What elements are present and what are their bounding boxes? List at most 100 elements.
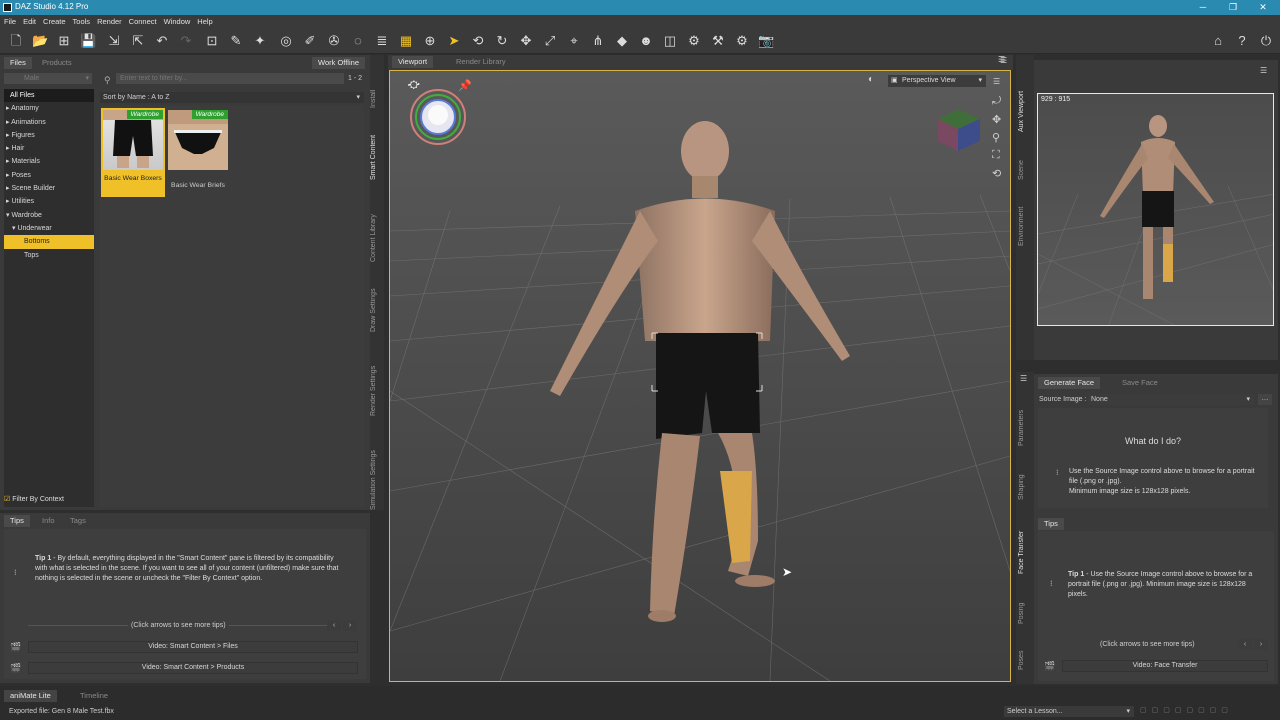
merge-icon[interactable]: ⊞ xyxy=(56,33,72,49)
tab-tags[interactable]: Tags xyxy=(64,515,92,527)
prev-tip-button[interactable]: ‹ xyxy=(327,620,341,631)
camera-select[interactable]: ▣ Perspective View ▾ xyxy=(888,75,986,87)
undo-icon[interactable]: ↶ xyxy=(154,33,170,49)
pin-icon[interactable]: 📌 xyxy=(458,79,472,92)
tree-item-poses[interactable]: ▸ Poses xyxy=(4,169,94,182)
list-icon[interactable]: ≣ xyxy=(374,33,390,49)
tip-nav-icon[interactable]: ⁝ xyxy=(1050,579,1053,588)
tree-item-materials[interactable]: ▸ Materials xyxy=(4,155,94,168)
surface-select-icon[interactable]: ◆ xyxy=(614,33,630,49)
spot-render-icon[interactable]: ◌ xyxy=(350,33,366,49)
aux-viewport[interactable]: 929 : 915 xyxy=(1037,93,1274,326)
tab-viewport[interactable]: Viewport xyxy=(392,56,434,68)
tree-item-animations[interactable]: ▸ Animations xyxy=(4,116,94,129)
camera-target-icon[interactable]: ◫ xyxy=(662,33,678,49)
render-settings-icon[interactable]: ⚙ xyxy=(686,33,702,49)
tab-right-tips[interactable]: Tips xyxy=(1038,518,1064,530)
category-select[interactable]: Male ▾ xyxy=(4,73,92,84)
next-tip-button[interactable]: › xyxy=(1254,639,1268,650)
active-pose-icon[interactable]: ✦ xyxy=(252,33,268,49)
maximize-button[interactable]: ❐ xyxy=(1218,0,1248,15)
geometry-icon[interactable]: ◎ xyxy=(278,33,294,49)
aux-menu-icon[interactable]: ☰ xyxy=(1260,66,1267,75)
tab-products[interactable]: Products xyxy=(36,57,78,69)
joint-editor-icon[interactable]: ✎ xyxy=(228,33,244,49)
tree-item-bottoms[interactable]: Bottoms xyxy=(4,235,94,249)
work-offline-button[interactable]: Work Offline xyxy=(312,57,365,69)
surface-icon[interactable]: ✐ xyxy=(302,33,318,49)
side-tab-scene[interactable]: Scene xyxy=(1018,150,1025,180)
reset-view-icon[interactable]: ⟲ xyxy=(992,167,1001,180)
tab-render-library[interactable]: Render Library xyxy=(450,56,512,68)
tab-files[interactable]: Files xyxy=(4,57,32,69)
tree-item-wardrobe[interactable]: ▾ Wardrobe xyxy=(4,209,94,222)
home-icon[interactable]: ⌂ xyxy=(1210,33,1226,49)
transform-icon[interactable]: ⌖ xyxy=(566,33,582,49)
node-weight-icon[interactable]: ✇ xyxy=(326,33,342,49)
side-tab-posing[interactable]: Posing xyxy=(1018,594,1025,624)
menu-edit[interactable]: Edit xyxy=(23,15,36,28)
grid-icon[interactable]: ▦ xyxy=(398,33,414,49)
tree-item-figures[interactable]: ▸ Figures xyxy=(4,129,94,142)
viewport-3d[interactable]: ⛮ 📌 ◐ ▣ Perspective View ▾ ☰ ⤾ ✥ ⚲ ⛶ ⟲ ➤ xyxy=(389,70,1011,682)
frame-icon[interactable]: ⛶ xyxy=(992,149,1000,162)
tree-item-scene-builder[interactable]: ▸ Scene Builder xyxy=(4,182,94,195)
new-scene-icon[interactable]: 🗋 xyxy=(8,33,24,49)
side-tab-environment[interactable]: Environment xyxy=(1018,196,1025,246)
filter-by-context-checkbox[interactable]: ☑ Filter By Context xyxy=(4,495,64,503)
menu-help[interactable]: Help xyxy=(197,15,212,28)
menu-render[interactable]: Render xyxy=(97,15,122,28)
tools-icon[interactable]: ⚒ xyxy=(710,33,726,49)
menu-file[interactable]: File xyxy=(4,15,16,28)
tree-item-hair[interactable]: ▸ Hair xyxy=(4,142,94,155)
tab-info[interactable]: Info xyxy=(36,515,61,527)
tab-tips[interactable]: Tips xyxy=(4,515,30,527)
translate-icon[interactable]: ✥ xyxy=(518,33,534,49)
close-button[interactable]: ✕ xyxy=(1248,0,1278,15)
video-smart-content-files-button[interactable]: Video: Smart Content > Files xyxy=(28,641,358,653)
save-icon[interactable]: 💾 xyxy=(80,33,96,49)
node-select-icon[interactable]: ⊡ xyxy=(204,33,220,49)
video-smart-content-products-button[interactable]: Video: Smart Content > Products xyxy=(28,662,358,674)
menu-create[interactable]: Create xyxy=(43,15,66,28)
source-image-browse-button[interactable]: … xyxy=(1258,394,1272,405)
source-image-select[interactable]: None ▾ xyxy=(1088,394,1254,405)
side-tab-parameters[interactable]: Parameters xyxy=(1018,398,1025,446)
tree-item-underwear[interactable]: ▾ Underwear xyxy=(4,222,94,235)
open-icon[interactable]: 📂 xyxy=(32,33,48,49)
side-tab-aux-viewport[interactable]: Aux Viewport xyxy=(1018,82,1025,132)
minimize-button[interactable]: ─ xyxy=(1188,0,1218,15)
tab-generate-face[interactable]: Generate Face xyxy=(1038,377,1101,389)
pointer-icon[interactable]: ➤ xyxy=(446,33,462,49)
scale-icon[interactable]: ⤢ xyxy=(542,33,558,49)
side-tab-face-transfer[interactable]: Face Transfer xyxy=(1018,518,1025,574)
tip-nav-icon[interactable]: ⁝ xyxy=(14,568,17,577)
power-icon[interactable]: ⏻ xyxy=(1258,33,1274,49)
tree-item-all-files[interactable]: All Files xyxy=(4,89,94,103)
help-icon[interactable]: ? xyxy=(1234,33,1250,49)
side-tab-shaping[interactable]: Shaping xyxy=(1018,462,1025,500)
bend-icon[interactable]: ⋔ xyxy=(590,33,606,49)
orbit-icon[interactable]: ⤾ xyxy=(992,95,1001,108)
side-tab-simulation-settings[interactable]: Simulation Settings xyxy=(370,440,377,510)
side-tab-poses[interactable]: Poses xyxy=(1018,642,1025,670)
tree-item-utilities[interactable]: ▸ Utilities xyxy=(4,195,94,208)
universal-icon[interactable]: ⊕ xyxy=(422,33,438,49)
side-tab-install[interactable]: Install xyxy=(370,78,377,108)
camera-icon[interactable]: 📷 xyxy=(758,33,774,49)
viewport-menu-icon[interactable]: ☰ xyxy=(993,77,1000,86)
panel-menu-icon[interactable]: ☰ xyxy=(998,55,1014,67)
export-icon[interactable]: ⇱ xyxy=(130,33,146,49)
tab-save-face[interactable]: Save Face xyxy=(1116,377,1164,389)
menu-window[interactable]: Window xyxy=(164,15,191,28)
import-icon[interactable]: ⇲ xyxy=(106,33,122,49)
menu-tools[interactable]: Tools xyxy=(73,15,91,28)
pan-icon[interactable]: ✥ xyxy=(992,113,1001,126)
tree-item-tops[interactable]: Tops xyxy=(4,249,94,262)
side-tab-draw-settings[interactable]: Draw Settings xyxy=(370,280,377,332)
search-input[interactable] xyxy=(116,73,344,84)
video-face-transfer-button[interactable]: Video: Face Transfer xyxy=(1062,660,1268,672)
tab-timeline[interactable]: Timeline xyxy=(74,690,114,702)
side-tab-smart-content[interactable]: Smart Content xyxy=(370,124,377,180)
next-tip-button[interactable]: › xyxy=(343,620,357,631)
